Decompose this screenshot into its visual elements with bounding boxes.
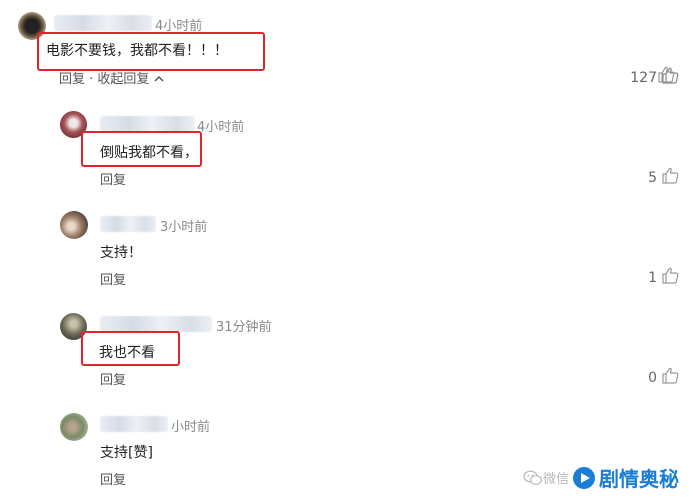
username-blurred[interactable] bbox=[54, 15, 152, 31]
comment-time: 小时前 bbox=[171, 420, 211, 435]
like-count: 5 bbox=[648, 169, 657, 186]
comment-text: 支持！ bbox=[100, 245, 142, 261]
like-button[interactable]: 1 bbox=[648, 267, 679, 288]
highlight-box bbox=[37, 32, 265, 71]
reply-collapse-link[interactable]: 回复 · 收起回复 bbox=[59, 68, 164, 87]
thumbs-up-icon-outline[interactable] bbox=[657, 66, 675, 87]
wechat-icon bbox=[523, 470, 543, 485]
avatar[interactable] bbox=[60, 413, 88, 441]
comment-text: 支持[赞] bbox=[100, 445, 153, 461]
comment-time: 4小时前 bbox=[197, 120, 245, 135]
wechat-label: 微信 bbox=[523, 468, 569, 487]
comment-time: 3小时前 bbox=[160, 220, 208, 235]
thumbs-up-icon[interactable] bbox=[657, 267, 679, 288]
like-count: 1 bbox=[648, 269, 657, 286]
thumbs-up-icon[interactable] bbox=[657, 367, 679, 388]
comment-time: 31分钟前 bbox=[216, 320, 272, 335]
like-button[interactable]: 5 bbox=[648, 167, 679, 188]
username-blurred[interactable] bbox=[100, 416, 168, 432]
like-count: 127 bbox=[630, 69, 657, 86]
highlight-box bbox=[81, 331, 180, 366]
username-blurred[interactable] bbox=[100, 216, 156, 232]
watermark: 微信 剧情奥秘 bbox=[523, 463, 679, 492]
highlight-box bbox=[81, 131, 202, 167]
play-icon bbox=[573, 466, 595, 489]
thumbs-up-icon[interactable] bbox=[657, 167, 679, 188]
reply-link[interactable]: 回复 bbox=[100, 269, 126, 288]
reply-link[interactable]: 回复 bbox=[100, 169, 126, 188]
like-button[interactable]: 0 bbox=[648, 367, 679, 388]
reply-link[interactable]: 回复 bbox=[100, 369, 126, 388]
avatar[interactable] bbox=[60, 211, 88, 239]
reply-label[interactable]: 回复 · 收起回复 bbox=[59, 72, 149, 87]
brand-name: 剧情奥秘 bbox=[599, 467, 679, 491]
like-count: 0 bbox=[648, 369, 657, 386]
reply-link[interactable]: 回复 bbox=[100, 469, 126, 488]
username-blurred[interactable] bbox=[100, 116, 195, 132]
wechat-text: 微信 bbox=[542, 472, 569, 487]
username-blurred[interactable] bbox=[100, 316, 212, 332]
chevron-up-icon[interactable] bbox=[154, 72, 164, 87]
